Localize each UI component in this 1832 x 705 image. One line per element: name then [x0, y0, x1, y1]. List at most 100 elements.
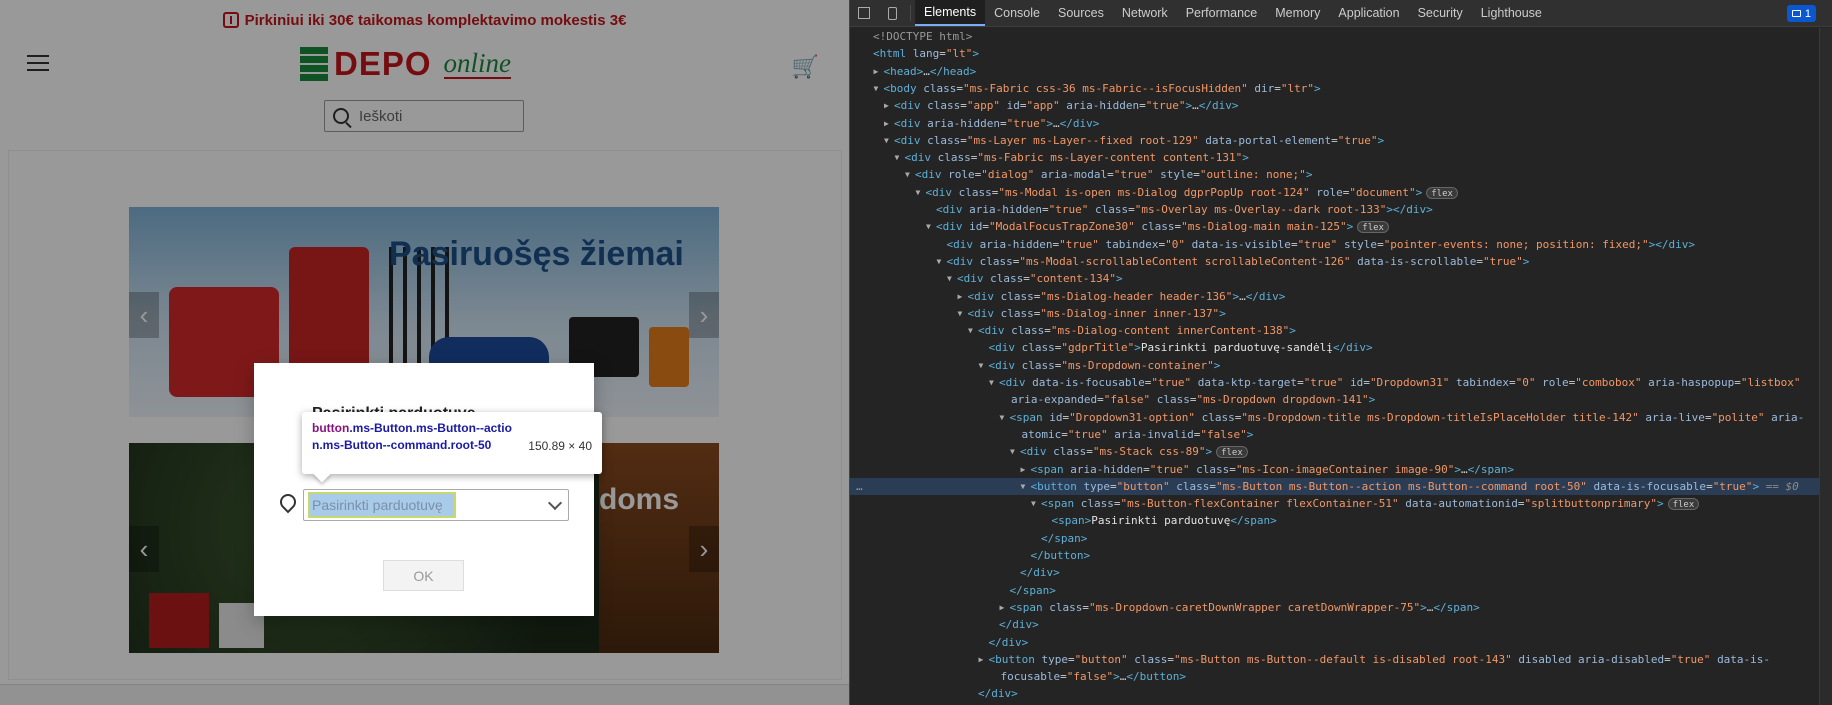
- dom-node-markup: </span>: [1009, 583, 1056, 597]
- dom-node[interactable]: ▼ <div class="ms-Dialog-content innerCont…: [850, 322, 1820, 339]
- dom-node[interactable]: ▼ <div id="ModalFocusTrapZone30" class="m…: [850, 218, 1820, 235]
- collapse-arrow-icon[interactable]: ▼: [1031, 495, 1036, 512]
- dom-node[interactable]: </div>: [850, 616, 1820, 633]
- collapse-arrow-icon[interactable]: ▼: [968, 322, 973, 339]
- dom-node[interactable]: ▼ <span class="ms-Button-flexContainer fl…: [850, 495, 1820, 512]
- dom-node-markup: </div>: [978, 687, 1018, 701]
- device-toolbar-icon[interactable]: [878, 0, 906, 26]
- dom-node-markup: <div id="ModalFocusTrapZone30" class="ms…: [936, 218, 1389, 235]
- expand-arrow-icon[interactable]: ▶: [979, 651, 984, 668]
- collapse-arrow-icon[interactable]: ▼: [989, 374, 994, 391]
- node-actions-icon[interactable]: …: [856, 478, 863, 495]
- expand-arrow-icon[interactable]: ▶: [1021, 461, 1026, 478]
- dom-node[interactable]: ▼ <body class="ms-Fabric css-36 ms-Fabric…: [850, 80, 1820, 97]
- collapse-arrow-icon[interactable]: ▼: [1000, 409, 1005, 426]
- tab-separator: [910, 5, 911, 21]
- expand-arrow-icon[interactable]: ▶: [884, 97, 889, 114]
- dom-node[interactable]: </button>: [850, 547, 1820, 564]
- dom-node[interactable]: </div>: [850, 634, 1820, 651]
- collapse-arrow-icon[interactable]: ▼: [947, 270, 952, 287]
- dom-node[interactable]: <div aria-hidden="true" class="ms-Overla…: [850, 201, 1820, 218]
- dom-node[interactable]: ▼ <div data-is-focusable="true" data-ktp-…: [850, 374, 1820, 391]
- tab-performance[interactable]: Performance: [1177, 0, 1267, 26]
- location-pin-icon: [276, 490, 300, 514]
- dom-node[interactable]: ▼ <div class="ms-Modal-scrollableContent …: [850, 253, 1820, 270]
- collapse-arrow-icon[interactable]: ▼: [1010, 443, 1015, 460]
- dom-node[interactable]: ▶ <head>…</head>: [850, 63, 1820, 80]
- collapse-arrow-icon[interactable]: ▼: [905, 166, 910, 183]
- dom-node[interactable]: ▶ <span class="ms-Dropdown-caretDownWrapp…: [850, 599, 1820, 616]
- dom-node-markup: aria-expanded="false" class="ms-Dropdown…: [1011, 393, 1376, 407]
- store-select-dialog: Pasirinkti parduotuvę Pasirinkti parduot…: [254, 363, 594, 616]
- elements-scrollbar[interactable]: [1819, 28, 1832, 705]
- issues-badge[interactable]: 1: [1786, 5, 1816, 22]
- devtools-panel: Elements Console Sources Network Performance…: [849, 0, 1832, 705]
- chevron-down-icon[interactable]: [547, 495, 563, 511]
- message-icon: [1791, 10, 1801, 17]
- tab-elements[interactable]: Elements: [915, 0, 986, 26]
- dom-node[interactable]: ▼ <div class="content-134">: [850, 270, 1820, 287]
- dom-node[interactable]: ▶ <button type="button" class="ms-Button …: [850, 651, 1820, 668]
- dom-node-selected[interactable]: … ▼ <button type="button" class="ms-Button…: [850, 477, 1820, 495]
- collapse-arrow-icon[interactable]: ▼: [916, 184, 921, 201]
- tab-console[interactable]: Console: [985, 0, 1049, 26]
- dom-node-markup: <div aria-hidden="true" class="ms-Overla…: [936, 203, 1433, 216]
- inspect-element-icon[interactable]: [850, 0, 878, 26]
- tab-lighthouse[interactable]: Lighthouse: [1472, 0, 1551, 26]
- expand-arrow-icon[interactable]: ▶: [884, 115, 889, 132]
- dom-node[interactable]: <span>Pasirinkti parduotuvę</span>: [850, 512, 1820, 529]
- dom-node[interactable]: ▼ <div class="ms-Fabric ms-Layer-content …: [850, 149, 1820, 166]
- dom-node[interactable]: ▼ <div class="ms-Dropdown-container">: [850, 357, 1820, 374]
- dom-node-markup: <button type="button" class="ms-Button m…: [1030, 479, 1799, 493]
- dom-node[interactable]: </span>: [850, 582, 1820, 599]
- dom-node[interactable]: focusable="false">…</button>: [850, 668, 1820, 685]
- store-dropdown-button[interactable]: Pasirinkti parduotuvę: [308, 492, 456, 518]
- dom-node[interactable]: <!DOCTYPE html>: [850, 28, 1820, 45]
- web-page: Pirkiniui iki 30€ taikomas komplektavimo…: [0, 0, 849, 705]
- tab-sources[interactable]: Sources: [1049, 0, 1113, 26]
- dom-node[interactable]: </div>: [850, 564, 1820, 581]
- dom-node[interactable]: <div aria-hidden="true" tabindex="0" dat…: [850, 236, 1820, 253]
- collapse-arrow-icon[interactable]: ▼: [884, 132, 889, 149]
- collapse-arrow-icon[interactable]: ▼: [979, 357, 984, 374]
- expand-arrow-icon[interactable]: ▶: [1000, 599, 1005, 616]
- collapse-arrow-icon[interactable]: ▼: [937, 253, 942, 270]
- collapse-arrow-icon[interactable]: ▼: [926, 218, 931, 235]
- expand-arrow-icon[interactable]: ▶: [874, 63, 879, 80]
- dom-node[interactable]: <html lang="lt">: [850, 45, 1820, 62]
- dom-node-markup: <div class="ms-Dropdown-container">: [988, 358, 1221, 372]
- store-dropdown[interactable]: Pasirinkti parduotuvę: [303, 489, 569, 521]
- dom-node[interactable]: ▼ <span id="Dropdown31-option" class="ms-…: [850, 409, 1820, 426]
- expand-arrow-icon[interactable]: ▶: [958, 288, 963, 305]
- dom-node-markup: <div class="ms-Dialog-inner inner-137">: [967, 306, 1226, 320]
- dom-node-markup: <div class="ms-Layer ms-Layer--fixed roo…: [894, 133, 1385, 147]
- elements-tree: <!DOCTYPE html> <html lang="lt"> ▶ <head>…<…: [850, 28, 1820, 705]
- dom-node[interactable]: ▶ <span aria-hidden="true" class="ms-Icon…: [850, 461, 1820, 478]
- collapse-arrow-icon[interactable]: ▼: [895, 149, 900, 166]
- dom-node-markup: <body class="ms-Fabric css-36 ms-Fabric-…: [883, 81, 1321, 95]
- dom-node[interactable]: ▶ <div class="ms-Dialog-header header-136…: [850, 288, 1820, 305]
- dom-node[interactable]: ▼ <div class="ms-Modal is-open ms-Dialog …: [850, 184, 1820, 201]
- dom-node[interactable]: ▼ <div class="ms-Dialog-inner inner-137">: [850, 305, 1820, 322]
- tab-security[interactable]: Security: [1409, 0, 1472, 26]
- dom-node[interactable]: ▼ <div class="ms-Layer ms-Layer--fixed ro…: [850, 132, 1820, 149]
- tab-application[interactable]: Application: [1329, 0, 1408, 26]
- dom-node-markup: <div class="app" id="app" aria-hidden="t…: [894, 99, 1239, 113]
- dom-node[interactable]: ▶ <div class="app" id="app" aria-hidden="…: [850, 97, 1820, 114]
- dom-node[interactable]: aria-expanded="false" class="ms-Dropdown…: [850, 391, 1820, 408]
- dom-node[interactable]: ▶ <div aria-hidden="true">…</div>: [850, 115, 1820, 132]
- dom-node[interactable]: ▼ <div class="ms-Stack css-89"> flex: [850, 443, 1820, 460]
- collapse-arrow-icon[interactable]: ▼: [874, 80, 879, 97]
- dom-node[interactable]: </div>: [850, 685, 1820, 702]
- ok-button[interactable]: OK: [383, 560, 464, 591]
- collapse-arrow-icon[interactable]: ▼: [958, 305, 963, 322]
- collapse-arrow-icon[interactable]: ▼: [1021, 478, 1026, 495]
- dom-node[interactable]: <div class="gdprTitle">Pasirinkti parduo…: [850, 339, 1820, 356]
- dom-node-markup: <html lang="lt">: [873, 47, 979, 61]
- dom-node[interactable]: </span>: [850, 530, 1820, 547]
- tab-memory[interactable]: Memory: [1266, 0, 1329, 26]
- dom-node[interactable]: ▼ <div role="dialog" aria-modal="true" st…: [850, 166, 1820, 183]
- dom-node-markup: <button type="button" class="ms-Button m…: [988, 652, 1771, 666]
- dom-node[interactable]: atomic="true" aria-invalid="false">: [850, 426, 1820, 443]
- tab-network[interactable]: Network: [1113, 0, 1177, 26]
